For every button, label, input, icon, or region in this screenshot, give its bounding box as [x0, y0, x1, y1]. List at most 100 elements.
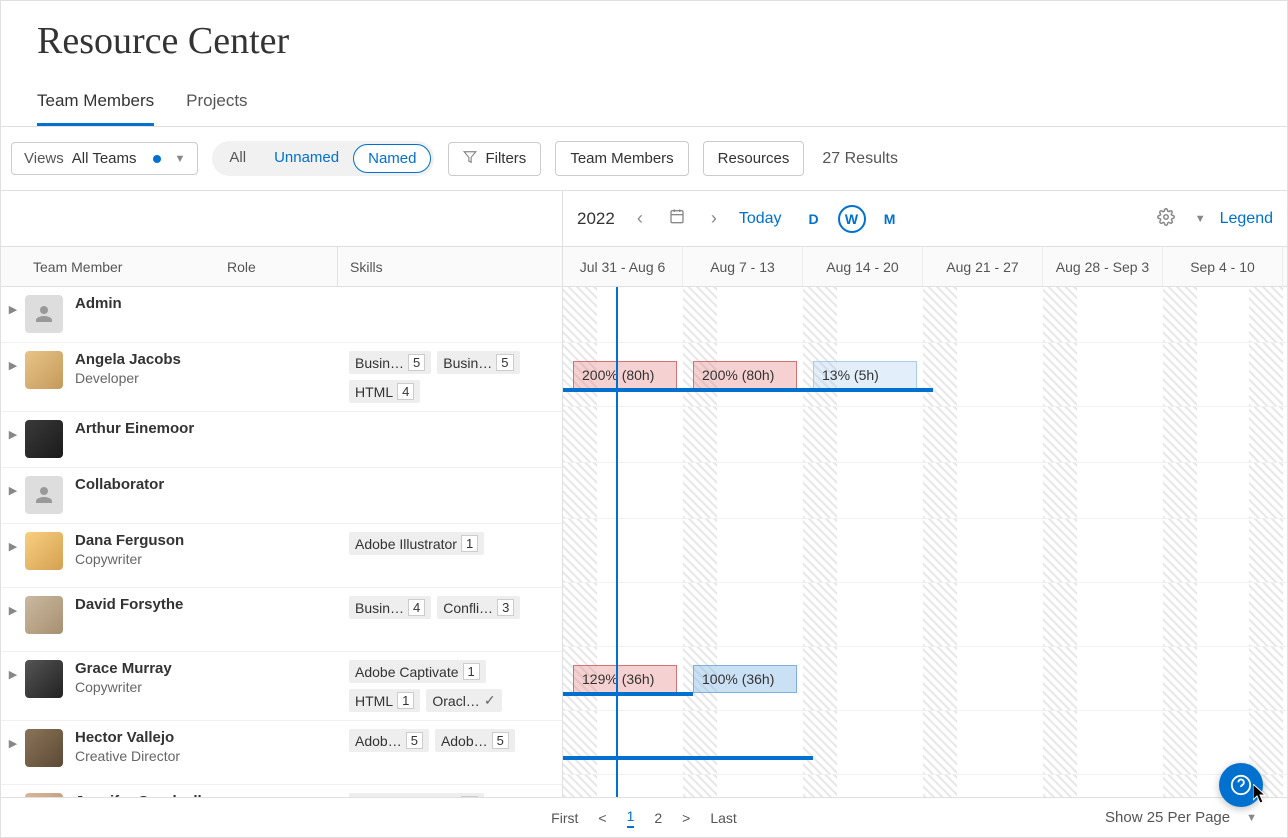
- next-period-icon[interactable]: ›: [707, 204, 721, 233]
- member-name: David Forsythe: [75, 596, 183, 613]
- filter-unnamed[interactable]: Unnamed: [260, 144, 353, 173]
- skill-tag[interactable]: Adob…5: [349, 729, 429, 752]
- date-column[interactable]: Aug 7 - 13: [683, 247, 803, 286]
- table-row[interactable]: ▶Grace MurrayCopywriterAdobe Captivate1H…: [1, 652, 562, 721]
- timeline-row[interactable]: [563, 407, 1287, 463]
- view-mode-day[interactable]: D: [800, 205, 828, 233]
- page-1[interactable]: 1: [627, 808, 635, 828]
- grid-header: Team Member Role Skills: [1, 247, 562, 287]
- skill-tag[interactable]: Busin…4: [349, 596, 431, 619]
- date-column[interactable]: Aug 14 - 20: [803, 247, 923, 286]
- skill-tag[interactable]: Busin…5: [349, 351, 431, 374]
- expand-icon[interactable]: ▶: [1, 476, 25, 497]
- avatar: [25, 660, 63, 698]
- member-name: Arthur Einemoor: [75, 420, 194, 437]
- page-first[interactable]: First: [551, 810, 578, 826]
- filter-all[interactable]: All: [215, 144, 260, 173]
- timeline-row[interactable]: 129% (36h) 100% (36h): [563, 647, 1287, 711]
- avatar: [25, 420, 63, 458]
- member-role: Copywriter: [75, 551, 184, 567]
- date-header: Jul 31 - Aug 6Aug 7 - 13Aug 14 - 20Aug 2…: [563, 247, 1287, 287]
- expand-icon[interactable]: ▶: [1, 532, 25, 553]
- per-page-dropdown[interactable]: Show 25 Per Page ▼: [1105, 809, 1257, 826]
- expand-icon[interactable]: ▶: [1, 660, 25, 681]
- timeline-row[interactable]: [563, 463, 1287, 519]
- member-name: Angela Jacobs: [75, 351, 181, 368]
- skill-tag[interactable]: Adob…5: [435, 729, 515, 752]
- date-column[interactable]: Aug 28 - Sep 3: [1043, 247, 1163, 286]
- filters-button[interactable]: Filters: [448, 142, 541, 176]
- view-mode-week[interactable]: W: [838, 205, 866, 233]
- expand-icon[interactable]: ▶: [1, 295, 25, 316]
- page-2[interactable]: 2: [654, 810, 662, 826]
- page-prev[interactable]: <: [598, 810, 606, 826]
- col-header-skills[interactable]: Skills: [337, 247, 562, 286]
- resources-button[interactable]: Resources: [703, 141, 805, 176]
- today-link[interactable]: Today: [739, 210, 782, 228]
- member-name: Collaborator: [75, 476, 164, 493]
- skill-tag[interactable]: Confli…3: [437, 596, 520, 619]
- timeline-row[interactable]: 200% (80h) 200% (80h) 13% (5h): [563, 343, 1287, 407]
- timeline-row[interactable]: [563, 519, 1287, 583]
- member-rows: ▶Admin▶Angela JacobsDeveloperBusin…5Busi…: [1, 287, 562, 827]
- settings-chevron-icon[interactable]: ▼: [1195, 213, 1206, 225]
- settings-gear-icon[interactable]: [1157, 208, 1175, 229]
- avatar: [25, 476, 63, 514]
- filter-named[interactable]: Named: [353, 144, 431, 173]
- main-tabs: Team Members Projects: [1, 63, 1287, 127]
- skills-cell: Adobe Captivate1 HTML1 Oracl…✓: [337, 660, 562, 712]
- member-name: Grace Murray: [75, 660, 172, 677]
- pagination: First < 1 2 > Last: [551, 808, 737, 828]
- member-role: Developer: [75, 370, 181, 386]
- table-row[interactable]: ▶Hector VallejoCreative DirectorAdob…5Ad…: [1, 721, 562, 785]
- views-dropdown[interactable]: Views All Teams ▼: [11, 142, 198, 175]
- expand-icon[interactable]: ▶: [1, 420, 25, 441]
- chevron-down-icon: ▼: [175, 153, 186, 165]
- skill-tag[interactable]: Oracl…✓: [426, 689, 501, 712]
- skill-tag[interactable]: HTML1: [349, 689, 420, 712]
- footer: First < 1 2 > Last Show 25 Per Page ▼: [1, 797, 1287, 837]
- left-header-spacer: [1, 191, 562, 247]
- skill-tag[interactable]: Busin…5: [437, 351, 519, 374]
- allocation-bar[interactable]: 100% (36h): [693, 665, 797, 693]
- allocation-bar[interactable]: 129% (36h): [573, 665, 677, 693]
- filter-icon: [463, 150, 477, 168]
- tab-projects[interactable]: Projects: [186, 91, 247, 126]
- page-next[interactable]: >: [682, 810, 690, 826]
- avatar: [25, 729, 63, 767]
- view-mode-month[interactable]: M: [876, 205, 904, 233]
- allocation-bar[interactable]: 200% (80h): [693, 361, 797, 389]
- expand-icon[interactable]: ▶: [1, 351, 25, 372]
- table-row[interactable]: ▶Admin: [1, 287, 562, 343]
- prev-period-icon[interactable]: ‹: [633, 204, 647, 233]
- allocation-bar[interactable]: 200% (80h): [573, 361, 677, 389]
- team-members-button[interactable]: Team Members: [555, 141, 688, 176]
- table-row[interactable]: ▶ Collaborator: [1, 468, 562, 524]
- skill-tag[interactable]: HTML4: [349, 380, 420, 403]
- calendar-icon[interactable]: [665, 204, 689, 233]
- avatar: [25, 532, 63, 570]
- right-pane: 2022 ‹ › Today D W M ▼ Legend: [563, 191, 1287, 827]
- expand-icon[interactable]: ▶: [1, 596, 25, 617]
- expand-icon[interactable]: ▶: [1, 729, 25, 750]
- named-filter-group: All Unnamed Named: [212, 141, 434, 176]
- tab-team-members[interactable]: Team Members: [37, 91, 154, 126]
- table-row[interactable]: ▶ David Forsythe Busin…4 Confli…3: [1, 588, 562, 652]
- allocation-bar[interactable]: 13% (5h): [813, 361, 917, 389]
- timeline-row[interactable]: [563, 287, 1287, 343]
- table-row[interactable]: ▶Dana FergusonCopywriterAdobe Illustrato…: [1, 524, 562, 588]
- col-header-member[interactable]: Team Member: [1, 259, 227, 275]
- skill-tag[interactable]: Adobe Illustrator1: [349, 532, 484, 555]
- skill-tag[interactable]: Adobe Captivate1: [349, 660, 486, 683]
- legend-link[interactable]: Legend: [1220, 210, 1273, 228]
- date-column[interactable]: Sep 4 - 10: [1163, 247, 1283, 286]
- table-row[interactable]: ▶ Angela Jacobs Developer Busin…5 Busin…5 HTM…: [1, 343, 562, 412]
- date-column[interactable]: Aug 21 - 27: [923, 247, 1043, 286]
- timeline-row[interactable]: [563, 711, 1287, 775]
- timeline-year: 2022: [577, 209, 615, 229]
- date-column[interactable]: Jul 31 - Aug 6: [563, 247, 683, 286]
- col-header-role[interactable]: Role: [227, 259, 337, 275]
- timeline-row[interactable]: [563, 583, 1287, 647]
- page-last[interactable]: Last: [710, 810, 736, 826]
- table-row[interactable]: ▶ Arthur Einemoor: [1, 412, 562, 468]
